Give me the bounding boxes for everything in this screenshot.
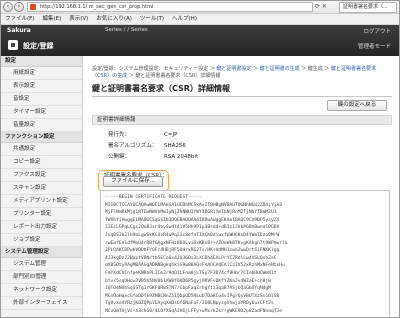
logout-link[interactable]: ログアウト (363, 27, 391, 35)
csr-line: I3EcLGPqLCgc2QuBJsr4bySwdl41V5Hh9P1p3Bsd… (105, 225, 280, 231)
signature-algorithm-label: 署名アルゴリズム： (108, 143, 158, 149)
public-key-label: 公開鍵： (108, 154, 131, 160)
tab-label: 証明書署名要求（... (343, 4, 388, 10)
app-header: Sakura Series / / Series ログアウト 設定/登録 管理者… (1, 25, 399, 56)
sidebar-item[interactable]: 部門別ID管理 (1, 271, 82, 284)
breadcrumb: 設定/登録：システム管理設定：セキュリティー設定 ＞ 鍵と証明書設定 ＞ 鍵と証… (92, 66, 392, 80)
csr-line: 1QTO4NVhSqSSTg1rGKF0RwSTN7/CbpFaqZrhgYtz… (105, 286, 271, 292)
sidebar: 設定 用紙設定 表示設定 音設定 タイマー設定 音量設定 ファンクション設定 共通設定 コピー設… (1, 56, 83, 317)
sidebar-section-header: ファンクション設定 (1, 132, 82, 143)
sidebar-section-header: システム管理設定 (1, 247, 82, 258)
sidebar-item[interactable]: システム管理 (1, 258, 82, 271)
address-bar: ‹ › http://192.168.1.1/ m_sec_gen_csr_pr… (1, 1, 399, 14)
info-row-issued-to: 発行先： C=JP (108, 130, 177, 138)
menu-file[interactable]: ファイル(F) (5, 14, 34, 24)
page-section-title: 設定/登録 (23, 42, 54, 50)
sidebar-item[interactable]: 音設定 (1, 93, 82, 106)
section-header: 証明書詳細情報 (92, 115, 392, 125)
issued-to-label: 発行先： (108, 132, 131, 138)
save-to-file-button[interactable]: ファイルに保存... (103, 176, 163, 187)
refresh-icon[interactable]: ⟳ ✕ (315, 2, 337, 12)
csr-line: -----BEGIN CERTIFICATE REQUEST----- (105, 195, 202, 200)
breadcrumb-link-generate[interactable]: 鍵と証明書の生成 (260, 66, 300, 72)
csr-line: bYv/5sqUHcw3VB5h5NV8b1XW8f6KD6P5gyjORVFv… (105, 278, 271, 284)
info-row-signature-algorithm: 署名アルゴリズム： SHA256 (108, 141, 186, 149)
sidebar-item[interactable]: コピー設定 (1, 156, 82, 169)
csr-line: 3PLQAKCDPwbVDDbFYOFr4HBjRF5OHrxRG2Ts/HK+… (105, 248, 280, 254)
brand-name: Sakura (7, 27, 31, 34)
title-divider (92, 96, 392, 97)
sidebar-item[interactable]: 音量設定 (1, 119, 82, 132)
csr-line: Jvq0S3b2lh9oLgwSkKC4vR4wPq3Jc8efnTIXCh0d… (105, 232, 280, 238)
issued-to-value: C=JP (164, 132, 178, 138)
browser-menu-bar: ファイル(F) 編集(E) 表示(V) お気に入り(A) ツール(T) ヘルプ(… (1, 14, 399, 25)
csr-line: rwEwfEe1dfMoU4rRBfGAgxNFHz8DOLviOxKRsBr+… (105, 240, 288, 246)
sidebar-item[interactable]: タイマー設定 (1, 106, 82, 119)
csr-line: YWVhYjAwggEiMA0GCSqGSIb3DQEBAQUAA4IBDwAw… (105, 217, 280, 223)
csr-line: MjFlNmRkMjg1NTEwNWVhMmIyNjZhNWU3YWY4OGRl… (105, 210, 277, 216)
admin-mode-label: 管理者モード (357, 44, 391, 50)
csr-line: MCnOoHqxcGfoDDfk9ZHBCNnZ5IQbpOD5RLuU7DaK… (105, 293, 280, 299)
sidebar-item[interactable]: スキャン設定 (1, 182, 82, 195)
csr-line: 4I3kgDz72WaptV8N/tb5ECo6x4JQ3GOs3LXCDh4E… (105, 255, 277, 261)
breadcrumb-text: 設定/登録：システム管理設定：セキュリティー設定 ＞ (92, 66, 217, 72)
url-field[interactable]: http://192.168.1.1/ m_sec_gen_csr_prop.h… (27, 2, 313, 12)
url-text: http://192.168.1.1/ m_sec_gen_csr_prop.h… (40, 4, 154, 10)
sidebar-item[interactable]: 用紙設定 (1, 67, 82, 80)
menu-edit[interactable]: 編集(E) (42, 14, 61, 24)
settings-icon (8, 40, 18, 50)
sidebar-item[interactable]: ファクス設定 (1, 169, 82, 182)
sidebar-section-header: 設定 (1, 56, 82, 67)
return-to-key-settings-button[interactable]: 鍵の設定へ戻る (327, 100, 387, 111)
breadcrumb-current: ＞ 鍵と証明書署名要求（CSR）詳細情報 (127, 73, 221, 79)
site-icon (30, 4, 36, 10)
public-key-value: RSA 2048bit (164, 154, 199, 160)
sidebar-item[interactable]: メディアプリント設定 (1, 195, 82, 208)
browser-tab[interactable]: 証明書署名要求（... (339, 2, 397, 13)
back-icon[interactable]: ‹ (3, 2, 13, 12)
sidebar-item[interactable]: レポート出力設定 (1, 221, 82, 234)
csr-line: FmYXdChCnfpeKWRhPLICm2r9dQ1LFnm0jLTSy7F3… (105, 270, 277, 276)
breadcrumb-sep-2: ＞ 鍵生成 ＞ (299, 66, 331, 72)
page-title: 鍵と証明書署名要求（CSR）詳細情報 (92, 84, 230, 93)
csr-text-area[interactable]: -----BEGIN CERTIFICATE REQUEST----- MIIBC… (100, 190, 390, 317)
sidebar-item[interactable]: ネットワーク設定 (1, 284, 82, 297)
sidebar-item[interactable]: 表示設定 (1, 80, 82, 93)
breadcrumb-sep: ＞ (251, 66, 260, 72)
menu-view[interactable]: 表示(V) (69, 14, 88, 24)
csr-line: dX0SOtyPAgMBAAGgADANBgkqhkiG9w0BAQsFAAOC… (105, 263, 285, 269)
sidebar-item[interactable]: プリンター設定 (1, 208, 82, 221)
signature-algorithm-value: SHA256 (164, 143, 186, 149)
menu-help[interactable]: ヘルプ(H) (172, 14, 197, 24)
forward-icon[interactable]: › (14, 2, 24, 12)
menu-favorites[interactable]: お気に入り(A) (96, 14, 132, 24)
sidebar-item[interactable]: ジョブ設定 (1, 234, 82, 247)
browser-window: ‹ › http://192.168.1.1/ m_sec_gen_csr_pr… (0, 0, 400, 318)
csr-line: TgVvxo4YRzjKBZQPpYEAyqXmDsOf6NaFaF/JQ8LN… (105, 301, 274, 307)
info-row-public-key: 公開鍵： RSA 2048bit (108, 152, 198, 160)
csr-line: MCvQmTHjVs+X3ckG0/4LOfXSqAJH6jLFFy+uMxrk… (105, 308, 283, 314)
csr-line: MIIBCTCCAYUCAQAwWDELMAkGA1UEBhMCSkAxITBH… (105, 202, 283, 208)
sidebar-item[interactable]: 共通設定 (1, 143, 82, 156)
breadcrumb-link-key-cert[interactable]: 鍵と証明書設定 (216, 66, 251, 72)
device-name: Series / / Series (105, 27, 148, 33)
main-content: 設定/登録：システム管理設定：セキュリティー設定 ＞ 鍵と証明書設定 ＞ 鍵と証… (84, 56, 399, 317)
menu-tools[interactable]: ツール(T) (140, 14, 164, 24)
sidebar-item[interactable]: 外部インターフェイス (1, 297, 82, 310)
